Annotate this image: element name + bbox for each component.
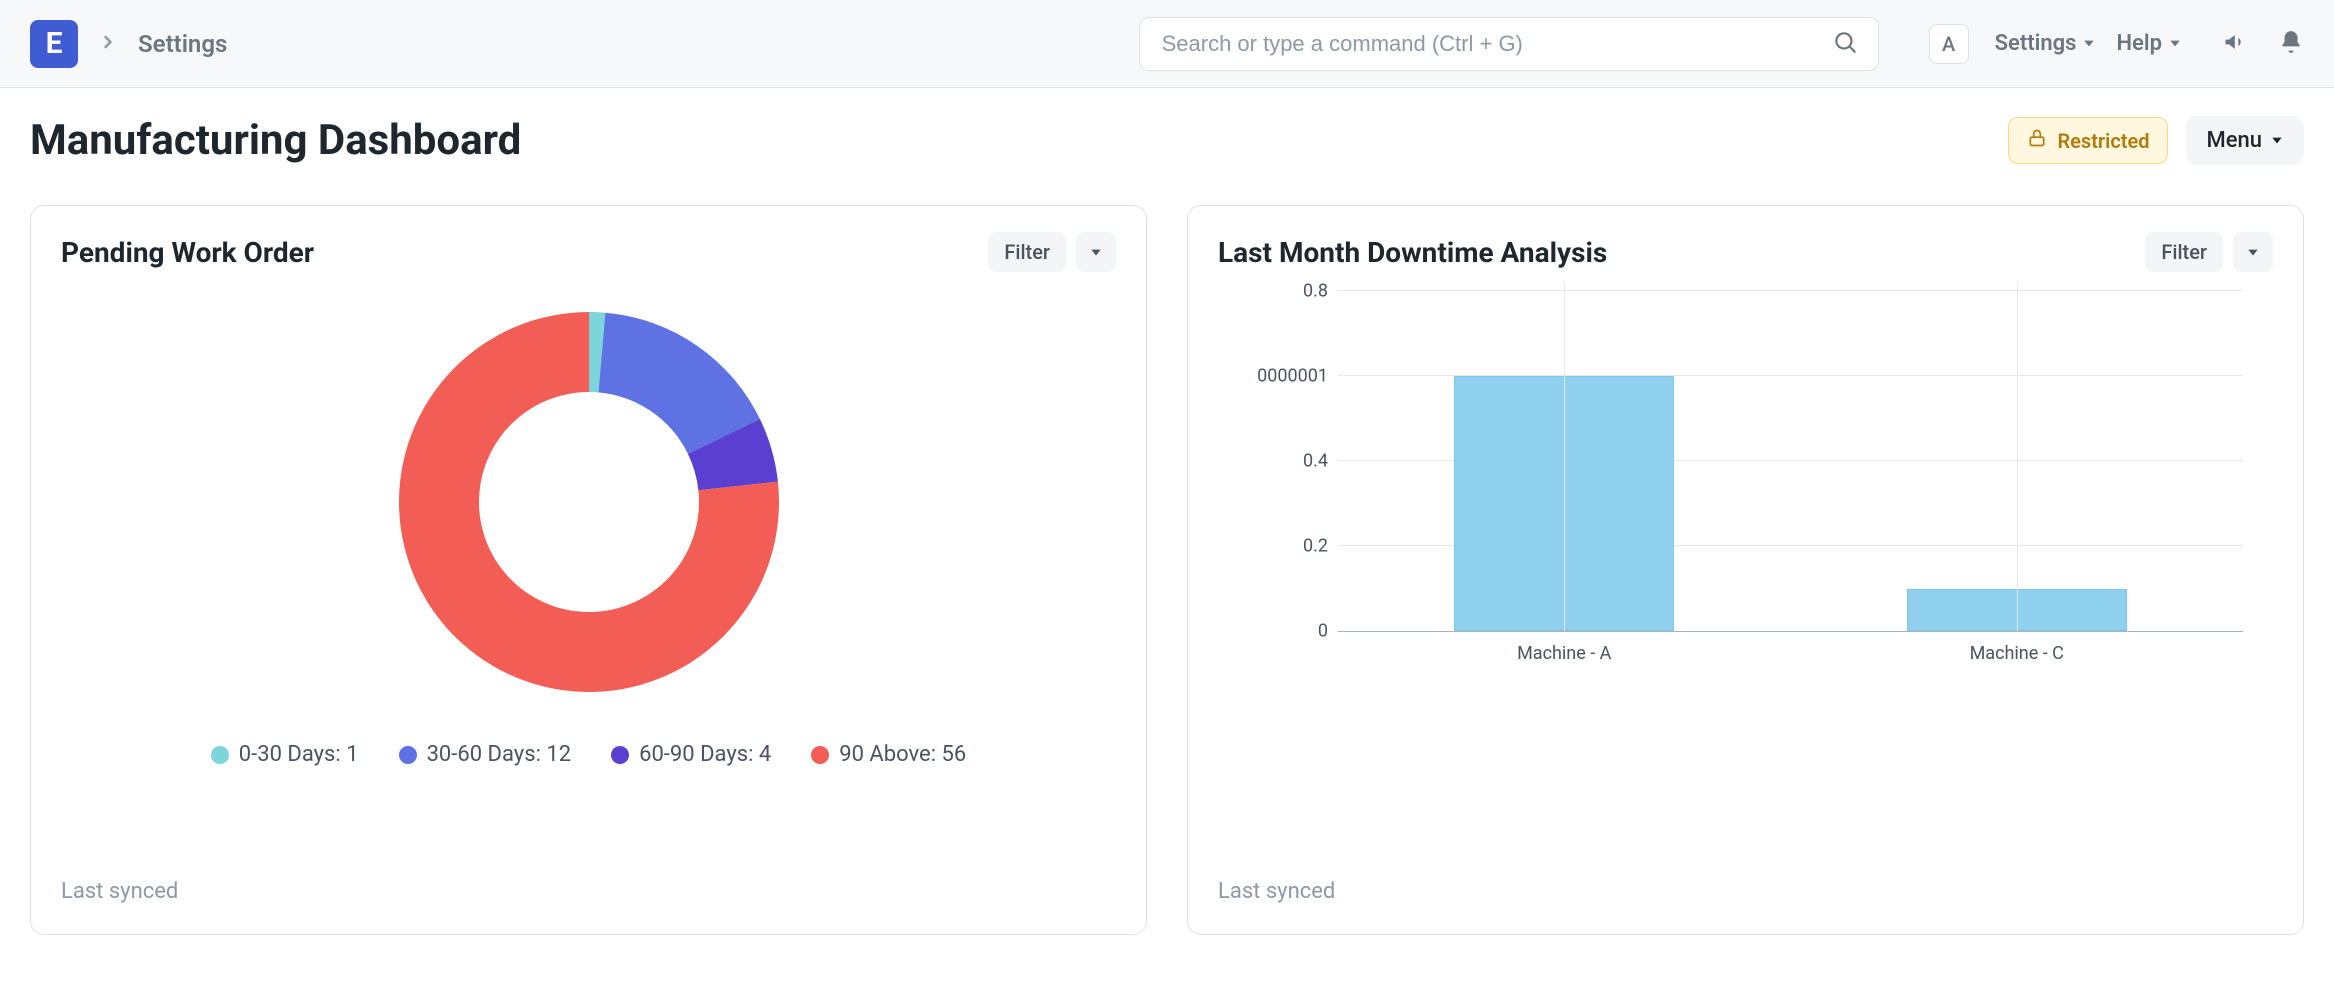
restricted-badge[interactable]: Restricted [2008,117,2168,164]
x-axis-label: Machine - C [1970,643,2064,664]
search-icon[interactable] [1832,29,1858,59]
card-menu-button[interactable] [1076,232,1116,272]
card-pending-work-order: Pending Work Order Filter 0-30 Days: 1 30… [30,205,1147,935]
card-downtime-analysis: Last Month Downtime Analysis Filter 0 0.2… [1187,205,2304,935]
top-navbar: E Settings A Settings Help [0,0,2334,88]
lock-icon [2027,128,2047,153]
legend-item[interactable]: 30-60 Days: 12 [399,742,572,767]
y-axis-tick: 0000001 [1218,366,1328,387]
bell-icon[interactable] [2278,29,2304,59]
card-menu-button[interactable] [2233,232,2273,272]
caret-down-icon [2082,31,2096,56]
legend-label: 60-90 Days: 4 [639,742,771,767]
menu-button[interactable]: Menu [2186,116,2304,165]
bar-chart: 00.20.400000010.8Machine - AMachine - C [1218,292,2273,692]
help-menu[interactable]: Help [2116,31,2182,56]
bar-column: Machine - C [1791,292,2244,631]
last-synced-label: Last synced [1218,879,2273,904]
legend-swatch [611,746,629,764]
page-header: Manufacturing Dashboard Restricted Menu [0,88,2334,205]
search-input[interactable] [1160,30,1832,58]
legend-item[interactable]: 90 Above: 56 [811,742,966,767]
menu-label: Menu [2206,128,2262,153]
chevron-right-icon [98,32,118,56]
user-avatar[interactable]: A [1929,24,1969,64]
restricted-label: Restricted [2057,129,2149,153]
chart-legend: 0-30 Days: 1 30-60 Days: 12 60-90 Days: 4 9… [211,742,966,767]
legend-swatch [211,746,229,764]
dashboard-grid: Pending Work Order Filter 0-30 Days: 1 30… [0,205,2334,975]
bar-column: Machine - A [1338,292,1791,631]
legend-swatch [399,746,417,764]
legend-label: 30-60 Days: 12 [427,742,572,767]
donut-chart: 0-30 Days: 1 30-60 Days: 12 60-90 Days: 4 9… [61,282,1116,767]
filter-button[interactable]: Filter [988,232,1066,272]
card-title: Pending Work Order [61,236,314,269]
settings-label: Settings [1995,31,2077,56]
caret-down-icon [2270,128,2284,153]
y-axis-tick: 0.8 [1218,281,1328,302]
global-search[interactable] [1139,17,1879,71]
filter-button[interactable]: Filter [2145,232,2223,272]
legend-item[interactable]: 60-90 Days: 4 [611,742,771,767]
legend-label: 0-30 Days: 1 [239,742,359,767]
y-axis-tick: 0.2 [1218,536,1328,557]
y-axis-tick: 0 [1218,621,1328,642]
y-axis-tick: 0.4 [1218,451,1328,472]
help-label: Help [2116,31,2162,56]
page-title: Manufacturing Dashboard [30,116,521,165]
last-synced-label: Last synced [61,879,1116,904]
legend-item[interactable]: 0-30 Days: 1 [211,742,359,767]
legend-swatch [811,746,829,764]
caret-down-icon [2168,31,2182,56]
app-logo[interactable]: E [30,20,78,68]
announcement-icon[interactable] [2222,28,2250,60]
x-axis-label: Machine - A [1517,643,1611,664]
breadcrumb[interactable]: Settings [138,30,227,58]
legend-label: 90 Above: 56 [839,742,966,767]
card-title: Last Month Downtime Analysis [1218,236,1607,269]
settings-menu[interactable]: Settings [1995,31,2097,56]
